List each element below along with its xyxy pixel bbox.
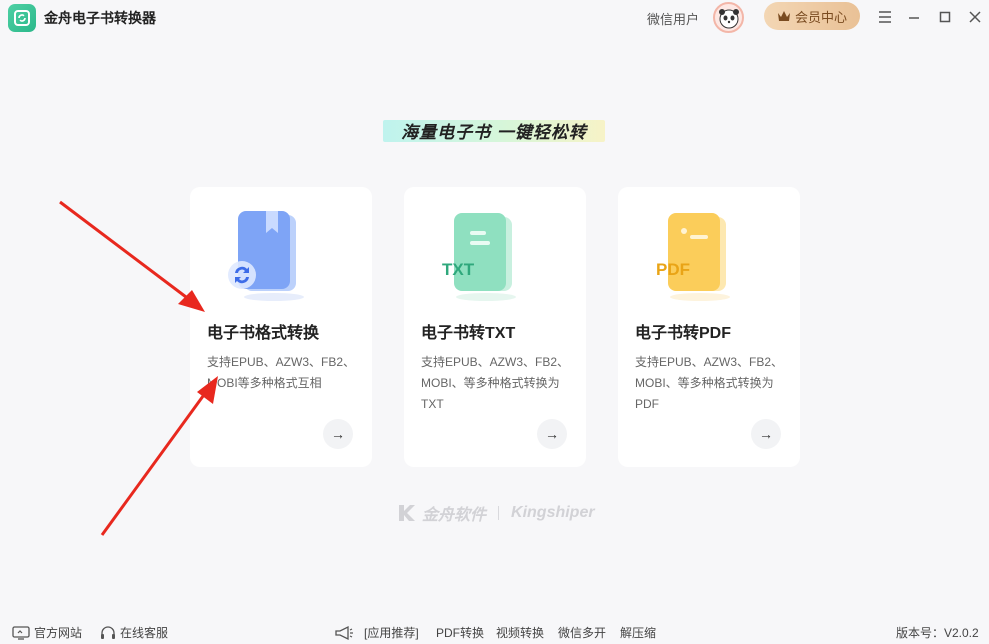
txt-file-icon: TXT — [428, 203, 524, 303]
vip-center-label: 会员中心 — [794, 9, 847, 25]
arrow-right-icon[interactable]: → — [751, 419, 781, 449]
megaphone-icon — [335, 625, 353, 640]
card-description: 支持EPUB、AZW3、FB2、 MOBI等多种格式互相 — [207, 355, 356, 390]
book-convert-icon — [214, 203, 310, 303]
footer-bar: 官方网站 在线客服 [应用推荐] PDF转换 视频转换 微信多开 解压缩 版本号… — [0, 618, 989, 644]
arrow-right-icon[interactable]: → — [323, 419, 353, 449]
avatar[interactable] — [713, 2, 744, 33]
maximize-icon[interactable] — [934, 6, 956, 28]
card-description: 支持EPUB、AZW3、FB2、 MOBI、等多种格式转换为 TXT — [421, 355, 570, 411]
app-title: 金舟电子书转换器 — [44, 10, 156, 26]
card-title: 电子书格式转换 — [207, 325, 320, 342]
vip-center-button[interactable]: 会员中心 — [764, 2, 860, 30]
footer-link-wechat[interactable]: 微信多开 — [558, 624, 606, 641]
minimize-icon[interactable] — [903, 6, 925, 28]
card-title: 电子书转TXT — [421, 325, 516, 342]
slogan-banner: 海量电子书 一键轻松转 — [383, 116, 605, 144]
crown-icon — [777, 11, 790, 21]
brand-name-en: Kingshiper — [511, 504, 595, 521]
card-ebook-to-pdf[interactable]: PDF 电子书转PDF 支持EPUB、AZW3、FB2、 MOBI、等多种格式转… — [618, 187, 800, 467]
slogan-text: 海量电子书 一键轻松转 — [401, 122, 587, 142]
footer-link-unzip[interactable]: 解压缩 — [620, 624, 656, 641]
panda-avatar-icon — [718, 8, 739, 28]
card-title: 电子书转PDF — [635, 325, 732, 342]
title-bar: 金舟电子书转换器 微信用户 会员中心 — [0, 0, 989, 34]
headset-icon — [101, 625, 115, 639]
svg-text:PDF: PDF — [656, 260, 690, 279]
online-support-link[interactable]: 在线客服 — [100, 624, 168, 641]
footer-link-pdf[interactable]: PDF转换 — [436, 624, 484, 641]
card-ebook-format-convert[interactable]: 电子书格式转换 支持EPUB、AZW3、FB2、 MOBI等多种格式互相 → — [190, 187, 372, 467]
app-logo-icon — [8, 4, 36, 32]
monitor-icon — [12, 625, 30, 640]
brand-name-cn: 金舟软件 — [422, 507, 487, 524]
menu-icon[interactable] — [874, 6, 896, 28]
close-icon[interactable] — [964, 6, 986, 28]
kingshiper-logo-icon — [399, 505, 415, 521]
brand-watermark: 金舟软件 Kingshiper — [396, 501, 595, 525]
footer-link-video[interactable]: 视频转换 — [496, 624, 544, 641]
official-website-link[interactable]: 官方网站 — [12, 624, 82, 641]
user-name[interactable]: 微信用户 — [647, 9, 699, 28]
card-description: 支持EPUB、AZW3、FB2、 MOBI、等多种格式转换为 PDF — [635, 355, 784, 411]
app-recommend[interactable]: [应用推荐] — [334, 624, 419, 641]
arrow-right-icon[interactable]: → — [537, 419, 567, 449]
card-ebook-to-txt[interactable]: TXT 电子书转TXT 支持EPUB、AZW3、FB2、 MOBI、等多种格式转… — [404, 187, 586, 467]
svg-text:TXT: TXT — [442, 260, 475, 279]
annotation-arrow-top — [59, 200, 205, 312]
version-label: 版本号：V2.0.2 — [896, 626, 979, 640]
pdf-file-icon: PDF — [642, 203, 738, 303]
